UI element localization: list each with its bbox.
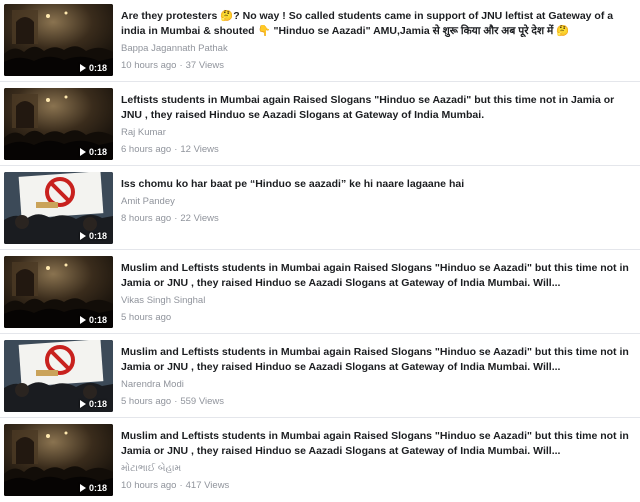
video-author[interactable]: Narendra Modi	[121, 378, 636, 391]
play-icon	[79, 148, 86, 156]
video-info: Muslim and Leftists students in Mumbai a…	[121, 261, 636, 324]
video-thumbnail[interactable]: 0:18	[4, 256, 113, 328]
video-title[interactable]: Muslim and Leftists students in Mumbai a…	[121, 345, 636, 375]
video-title[interactable]: Muslim and Leftists students in Mumbai a…	[121, 261, 636, 291]
meta-separator: ·	[174, 213, 178, 224]
video-views: 12 Views	[180, 144, 219, 155]
video-thumbnail[interactable]: 0:18	[4, 4, 113, 76]
duration-text: 0:18	[88, 231, 107, 241]
video-thumbnail[interactable]: 0:18	[4, 88, 113, 160]
duration-text: 0:18	[88, 483, 107, 493]
video-meta: 6 hours ago · 12 Views	[121, 143, 636, 156]
duration-text: 0:18	[88, 147, 107, 157]
video-meta: 5 hours ago	[121, 311, 636, 324]
video-time: 6 hours ago	[121, 144, 172, 155]
video-meta: 5 hours ago · 559 Views	[121, 395, 636, 408]
video-author[interactable]: Amit Pandey	[121, 195, 636, 208]
meta-separator: ·	[174, 396, 178, 407]
video-time: 5 hours ago	[121, 396, 172, 407]
video-views: 559 Views	[180, 396, 225, 407]
duration-text: 0:18	[88, 399, 107, 409]
video-meta: 10 hours ago · 417 Views	[121, 479, 636, 492]
video-time: 5 hours ago	[121, 312, 172, 323]
video-duration: 0:18	[79, 231, 107, 241]
video-thumbnail[interactable]: 0:18	[4, 172, 113, 244]
video-title[interactable]: Iss chomu ko har baat pe “Hinduo se aaza…	[121, 177, 636, 192]
play-icon	[79, 316, 86, 324]
meta-separator: ·	[179, 60, 183, 71]
video-time: 10 hours ago	[121, 60, 177, 71]
video-author[interactable]: મોટાભાઈ બેહામ	[121, 462, 636, 475]
video-info: Iss chomu ko har baat pe “Hinduo se aaza…	[121, 177, 636, 225]
video-thumbnail[interactable]: 0:18	[4, 424, 113, 496]
video-item[interactable]: 0:18 Are they protesters 🤔? No way ! So …	[0, 0, 640, 82]
video-list: 0:18 Are they protesters 🤔? No way ! So …	[0, 0, 640, 499]
video-duration: 0:18	[79, 483, 107, 493]
video-title[interactable]: Leftists students in Mumbai again Raised…	[121, 93, 636, 123]
video-author[interactable]: Vikas Singh Singhal	[121, 294, 636, 307]
video-item[interactable]: 0:18 Leftists students in Mumbai again R…	[0, 81, 640, 166]
duration-text: 0:18	[88, 63, 107, 73]
video-duration: 0:18	[79, 147, 107, 157]
video-author[interactable]: Bappa Jagannath Pathak	[121, 42, 636, 55]
video-info: Muslim and Leftists students in Mumbai a…	[121, 429, 636, 492]
play-icon	[79, 400, 86, 408]
play-icon	[79, 64, 86, 72]
video-views: 37 Views	[185, 60, 225, 71]
play-icon	[79, 484, 86, 492]
meta-separator: ·	[174, 144, 178, 155]
video-time: 10 hours ago	[121, 480, 177, 491]
video-info: Leftists students in Mumbai again Raised…	[121, 93, 636, 156]
video-title[interactable]: Are they protesters 🤔? No way ! So calle…	[121, 9, 636, 39]
video-meta: 10 hours ago · 37 Views	[121, 59, 636, 72]
video-title[interactable]: Muslim and Leftists students in Mumbai a…	[121, 429, 636, 459]
video-author[interactable]: Raj Kumar	[121, 126, 636, 139]
video-time: 8 hours ago	[121, 213, 172, 224]
play-icon	[79, 232, 86, 240]
video-duration: 0:18	[79, 399, 107, 409]
video-thumbnail[interactable]: 0:18	[4, 340, 113, 412]
video-item[interactable]: 0:18 Muslim and Leftists students in Mum…	[0, 333, 640, 418]
video-info: Muslim and Leftists students in Mumbai a…	[121, 345, 636, 408]
video-item[interactable]: 0:18 Muslim and Leftists students in Mum…	[0, 417, 640, 502]
video-meta: 8 hours ago · 22 Views	[121, 212, 636, 225]
video-duration: 0:18	[79, 63, 107, 73]
meta-separator: ·	[179, 480, 183, 491]
video-duration: 0:18	[79, 315, 107, 325]
video-item[interactable]: 0:18 Iss chomu ko har baat pe “Hinduo se…	[0, 165, 640, 250]
duration-text: 0:18	[88, 315, 107, 325]
video-info: Are they protesters 🤔? No way ! So calle…	[121, 9, 636, 72]
video-item[interactable]: 0:18 Muslim and Leftists students in Mum…	[0, 249, 640, 334]
video-views: 417 Views	[185, 480, 230, 491]
video-views: 22 Views	[180, 213, 219, 224]
